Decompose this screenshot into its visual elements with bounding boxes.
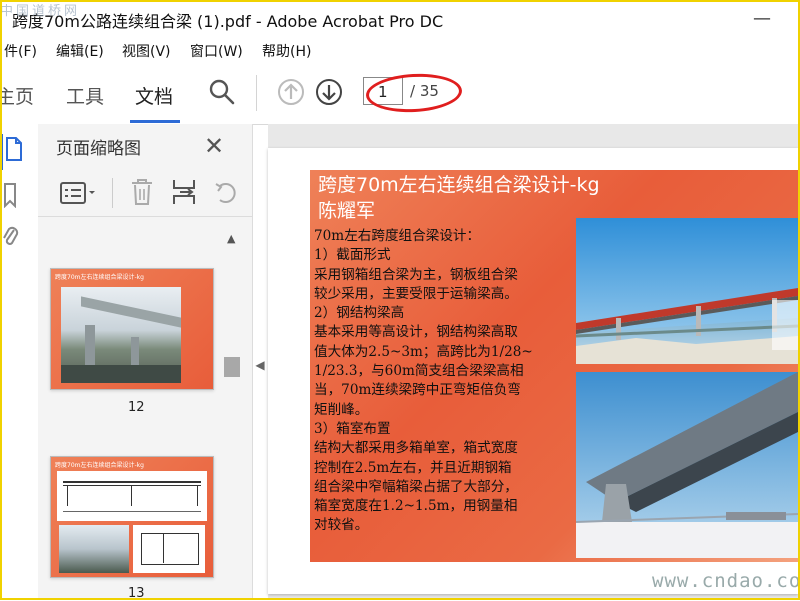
thumbnail-panel: 页面缩略图 ✕ ▲ 跨度70m左右连续组合梁设计-kg 12 跨度70m左右连续… [38,124,253,601]
body-line: 70m左右跨度组合梁设计： [314,228,481,244]
pdf-page: 跨度70m左右连续组合梁设计-kg 陈耀军 70m左右跨度组合梁设计： 1）截面… [268,148,798,594]
scrollbar-thumb[interactable] [224,357,240,377]
left-rail [0,124,39,600]
tab-tools[interactable]: 工具 [66,82,104,109]
attachment-icon[interactable] [2,224,20,254]
slide-title: 跨度70m左右连续组合梁设计-kg 陈耀军 [318,172,668,224]
bridge-photo-top [576,218,798,364]
delete-icon[interactable] [130,178,154,210]
slide: 跨度70m左右连续组合梁设计-kg 陈耀军 70m左右跨度组合梁设计： 1）截面… [310,170,798,562]
search-icon[interactable] [208,78,236,110]
body-line: 对较省。 [314,517,369,534]
document-view: 跨度70m左右连续组合梁设计-kg 陈耀军 70m左右跨度组合梁设计： 1）截面… [268,124,800,600]
options-menu-icon[interactable] [60,182,98,208]
thumbnail-heading: 跨度70m左右连续组合梁设计-kg [55,274,144,281]
active-tab-indicator [130,120,180,123]
close-icon[interactable]: ✕ [204,132,224,160]
watermark-bottom: www.cndao.com [652,570,800,592]
body-line: 结构大都采用多箱单室，箱式宽度 [314,440,518,457]
body-line: 采用钢箱组合梁为主，钢板组合梁 [314,266,518,283]
page-thumbnails-icon[interactable] [4,136,24,166]
body-line: 控制在2.5m左右，并且近期钢箱 [314,459,512,476]
document-scroll-handle[interactable] [772,300,800,350]
body-line: 矩削峰。 [314,401,369,418]
body-line: 1）截面形式 [314,247,391,264]
thumbnail-label: 12 [128,400,145,415]
rail-active-indicator [0,134,3,170]
bridge-photo-bottom [576,372,798,558]
thumbnail-label: 13 [128,586,145,601]
title-bar: 跨度70m公路连续组合梁 (1).pdf - Adobe Acrobat Pro… [0,0,800,36]
tab-home[interactable]: 主页 [0,82,34,109]
body-line: 2）钢结构梁高 [314,305,405,322]
watermark-top: 中国道桥网 [0,4,81,19]
body-line: 1/23.3，与60m简支组合梁梁高相 [314,363,524,380]
menu-file[interactable]: 件(F) [4,41,37,61]
rotate-icon[interactable] [214,178,238,210]
page-thumbnail-12[interactable]: 跨度70m左右连续组合梁设计-kg [50,268,214,390]
menu-help[interactable]: 帮助(H) [262,41,311,61]
body-line: 值大体为2.5~3m；高跨比为1/28~ [314,343,533,360]
page-thumbnail-13[interactable]: 跨度70m左右连续组合梁设计-kg [50,456,214,578]
tab-document[interactable]: 文档 [135,82,173,109]
panel-title: 页面缩略图 [56,139,141,159]
menu-view[interactable]: 视图(V) [122,41,171,61]
slide-body: 70m左右跨度组合梁设计： 1）截面形式 采用钢箱组合梁为主，钢板组合梁 较少采… [314,227,576,536]
insert-page-icon[interactable] [172,178,198,210]
next-page-icon[interactable] [315,78,343,110]
minimize-button[interactable]: — [742,6,782,30]
panel-toolbar [38,168,252,217]
body-line: 当，70m连续梁跨中正弯矩倍负弯 [314,382,521,399]
body-line: 3）箱室布置 [314,420,391,437]
body-line: 较少采用，主要受限于运输梁高。 [314,285,518,302]
body-line: 基本采用等高设计，钢结构梁高取 [314,324,518,341]
bookmark-icon[interactable] [2,182,18,212]
body-line: 箱室宽度在1.2~1.5m，用钢量相 [314,498,518,515]
toolbar-separator [256,75,257,111]
body-line: 组合梁中窄幅箱梁占据了大部分， [314,478,518,495]
panel-tool-separator [112,178,113,208]
menu-window[interactable]: 窗口(W) [190,41,243,61]
slide-title-line: 跨度70m左右连续组合梁设计-kg [318,174,600,196]
menu-bar: 件(F) 编辑(E) 视图(V) 窗口(W) 帮助(H) [0,38,800,62]
panel-scrollbar[interactable]: ▲ [224,232,240,600]
scroll-up-icon[interactable]: ▲ [227,232,235,245]
previous-page-icon[interactable] [277,78,305,110]
menu-edit[interactable]: 编辑(E) [56,41,104,61]
thumbnail-heading: 跨度70m左右连续组合梁设计-kg [55,462,144,469]
collapse-panel-icon[interactable]: ◀ [252,355,268,375]
